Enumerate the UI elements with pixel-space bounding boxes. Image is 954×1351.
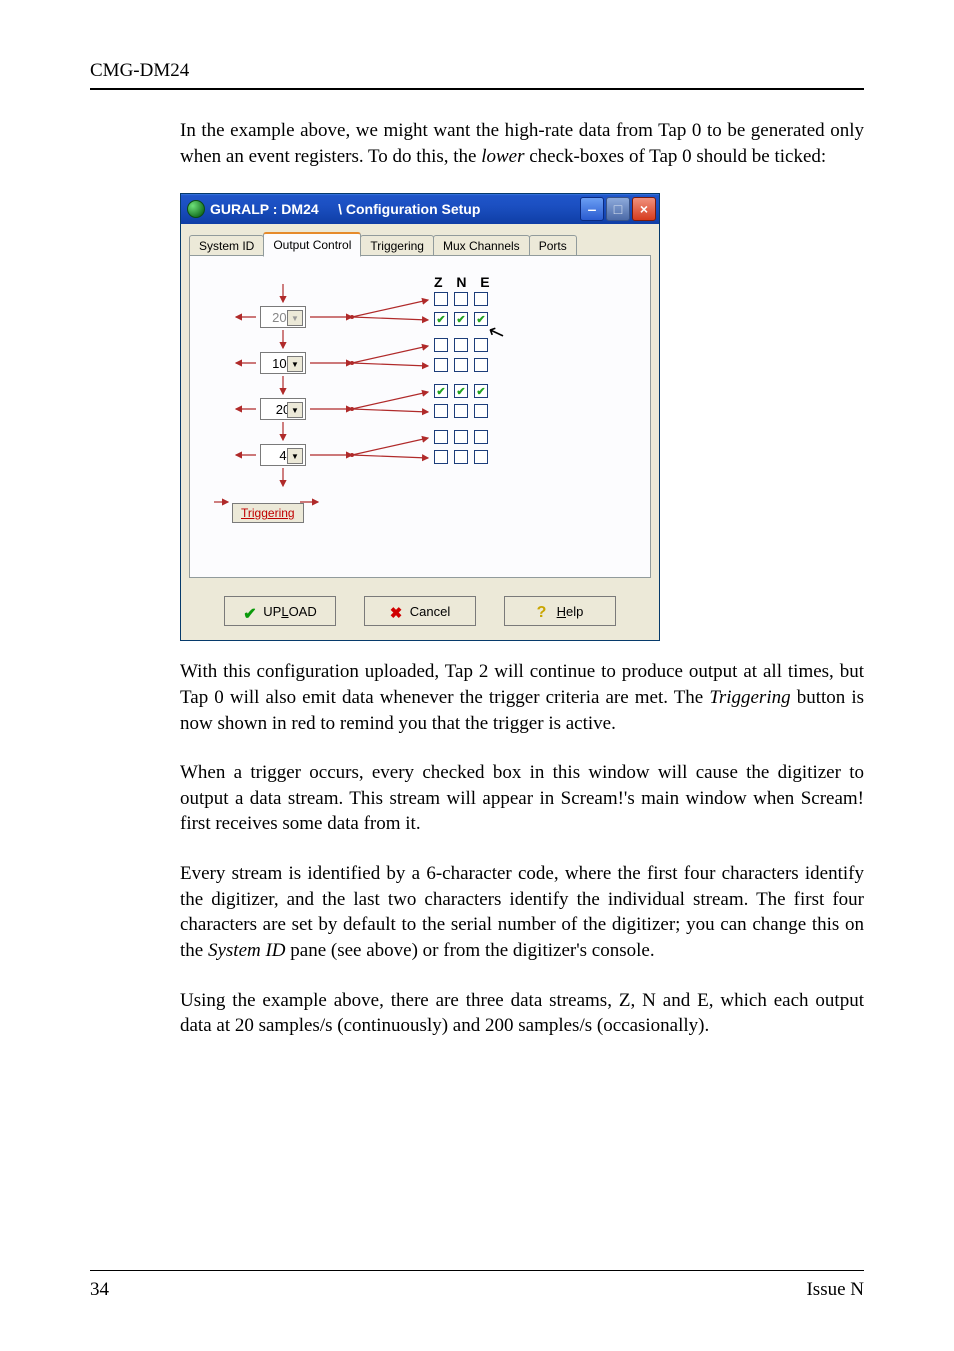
- window-titlebar: GURALP : DM24 \ Configuration Setup ‒ □ …: [181, 194, 659, 224]
- cancel-label: Cancel: [410, 604, 450, 619]
- minimize-button[interactable]: ‒: [580, 197, 604, 221]
- page-number: 34: [90, 1279, 109, 1301]
- text-emphasis: lower: [481, 146, 524, 167]
- tab-ports[interactable]: Ports: [529, 235, 577, 256]
- tab-mux-channels[interactable]: Mux Channels: [433, 235, 530, 256]
- tab-strip: System ID Output Control Triggering Mux …: [189, 232, 651, 256]
- help-icon: ?: [537, 604, 551, 618]
- paragraph-1: In the example above, we might want the …: [180, 118, 864, 169]
- text-emphasis: System ID: [208, 940, 286, 961]
- text: pane (see above) or from the digitizer's…: [286, 940, 655, 961]
- tab-triggering[interactable]: Triggering: [360, 235, 434, 256]
- tab-output-control[interactable]: Output Control: [263, 232, 361, 257]
- tab-system-id[interactable]: System ID: [189, 235, 264, 256]
- upload-label: UPLOAD: [263, 604, 316, 619]
- maximize-button: □: [606, 197, 630, 221]
- paragraph-2: With this configuration uploaded, Tap 2 …: [180, 659, 864, 736]
- help-button[interactable]: ? Help: [504, 596, 616, 626]
- paragraph-5: Using the example above, there are three…: [180, 988, 864, 1039]
- page-header: CMG-DM24: [90, 60, 864, 90]
- close-button[interactable]: ×: [632, 197, 656, 221]
- check-icon: ✔: [243, 604, 257, 618]
- triggering-button[interactable]: Triggering: [232, 503, 304, 523]
- flow-arrows-icon: [202, 272, 654, 527]
- upload-button[interactable]: ✔ UPLOAD: [224, 596, 336, 626]
- text-emphasis: Triggering: [709, 687, 790, 708]
- app-icon: [187, 200, 205, 218]
- configuration-window-screenshot: GURALP : DM24 \ Configuration Setup ‒ □ …: [180, 193, 864, 641]
- window-title: GURALP : DM24 \ Configuration Setup: [210, 201, 580, 217]
- help-label: Help: [557, 604, 584, 619]
- cancel-button[interactable]: ✖ Cancel: [364, 596, 476, 626]
- paragraph-3: When a trigger occurs, every checked box…: [180, 760, 864, 837]
- text: check-boxes of Tap 0 should be ticked:: [524, 146, 826, 167]
- output-control-pane: Z N E 200▼ 100▼ 20▼ 4▼: [189, 255, 651, 578]
- paragraph-4: Every stream is identified by a 6-charac…: [180, 861, 864, 964]
- cancel-icon: ✖: [390, 604, 404, 618]
- issue-label: Issue N: [806, 1279, 864, 1301]
